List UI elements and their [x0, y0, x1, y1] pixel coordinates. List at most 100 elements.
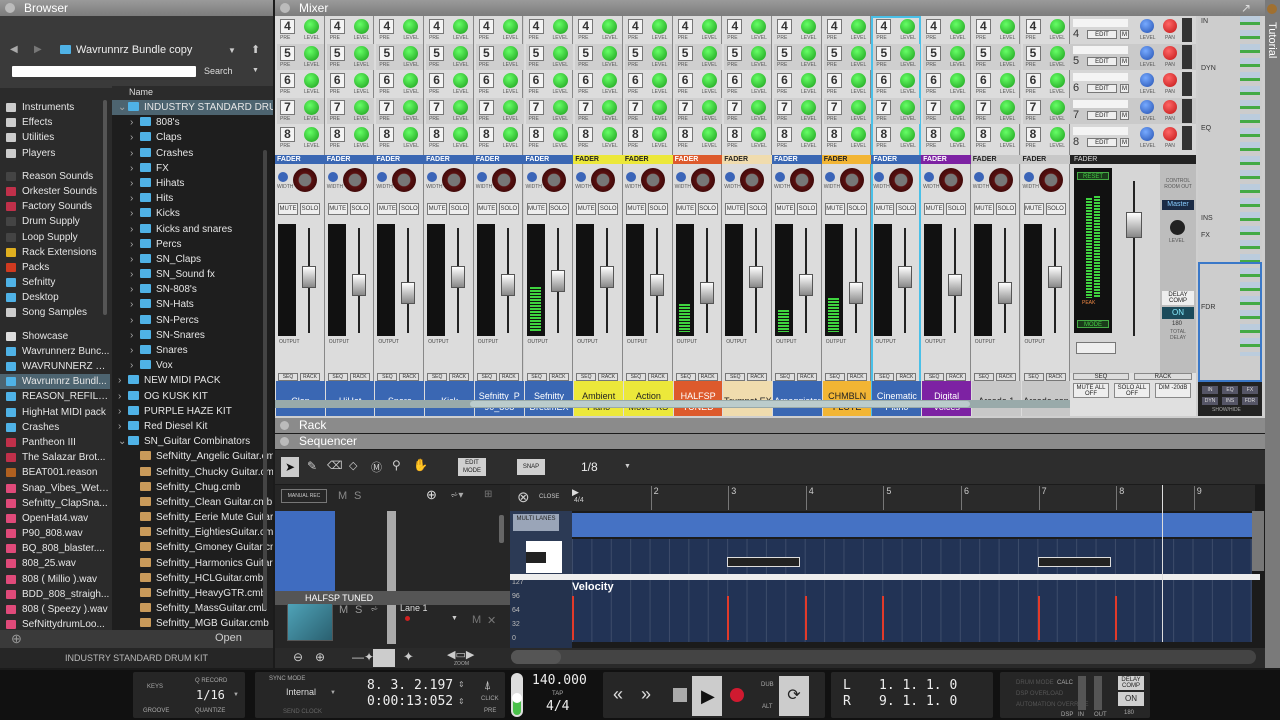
q-record-label[interactable]: Q RECORD — [195, 678, 227, 684]
send-toggle[interactable]: 7 — [280, 100, 295, 115]
send-level-knob[interactable] — [403, 19, 419, 34]
delay-comp-toggle[interactable]: ON — [1162, 307, 1194, 319]
pan-knob[interactable] — [442, 168, 467, 192]
file-list-item[interactable]: › Snares — [112, 343, 273, 358]
width-knob[interactable] — [725, 172, 736, 182]
pre-button[interactable]: PRE — [578, 89, 588, 95]
location-item[interactable]: Players — [0, 146, 110, 161]
open-button[interactable]: Open — [215, 632, 242, 644]
send-level-knob[interactable] — [801, 46, 816, 61]
fx-mute-button[interactable]: M — [1120, 84, 1129, 93]
position-stepper[interactable]: ⇕ — [458, 680, 465, 689]
waveform-medium-icon[interactable] — [373, 649, 395, 667]
section-label[interactable]: FDR — [1201, 304, 1215, 311]
pre-button[interactable]: PRE — [280, 116, 290, 122]
send-toggle[interactable]: 7 — [975, 100, 991, 115]
chevron-down-icon[interactable]: ▼ — [228, 46, 236, 55]
send-toggle[interactable]: 7 — [727, 100, 743, 115]
location-item[interactable]: Wavrunnrz Bundl... — [0, 374, 110, 390]
pre-button[interactable]: PRE — [479, 89, 489, 95]
channel-name[interactable]: Clap — [276, 381, 325, 416]
send-level-knob[interactable] — [403, 127, 419, 142]
rack-titlebar[interactable]: Rack — [275, 418, 1265, 433]
send-level-knob[interactable] — [900, 46, 916, 61]
send-level-knob[interactable] — [304, 73, 319, 88]
pre-button[interactable]: PRE — [827, 62, 837, 68]
send-level-knob[interactable] — [353, 127, 369, 142]
width-knob[interactable] — [874, 172, 885, 182]
scrollbar-thumb[interactable] — [511, 650, 561, 664]
velocity-bar[interactable] — [882, 596, 885, 640]
mute-button[interactable]: MUTE — [377, 203, 398, 215]
channel-fader[interactable] — [848, 282, 863, 304]
send-toggle[interactable]: 6 — [826, 73, 842, 88]
output-selector[interactable]: OUTPUT — [329, 339, 350, 345]
seq-button[interactable]: SEQ — [675, 373, 696, 381]
send-toggle[interactable]: 5 — [379, 46, 395, 61]
eraser-tool-icon[interactable]: ⌫ — [327, 459, 343, 472]
channel-fader[interactable] — [500, 274, 515, 296]
send-level-knob[interactable] — [801, 73, 816, 88]
location-item[interactable]: P90_808.wav — [0, 526, 110, 541]
file-list-item[interactable]: › Hits — [112, 191, 273, 206]
show-hide-toggle[interactable]: DYN — [1202, 397, 1218, 405]
channel-name[interactable]: HALFSP TUNED — [673, 381, 723, 416]
file-list-item[interactable]: › SN-Percs — [112, 313, 273, 328]
file-list-item[interactable]: › SN_Sound fx — [112, 267, 273, 282]
send-toggle[interactable]: 7 — [876, 100, 892, 115]
expand-arrow-icon[interactable]: › — [130, 206, 140, 221]
mute-button[interactable]: MUTE — [476, 203, 497, 215]
pan-knob[interactable] — [491, 168, 516, 192]
send-level-knob[interactable] — [651, 46, 667, 61]
snap-value-dropdown[interactable]: 1/8 — [581, 460, 598, 474]
width-knob[interactable] — [973, 172, 984, 182]
send-level-knob[interactable] — [403, 73, 419, 88]
solo-button[interactable]: SOLO — [349, 203, 370, 215]
send-level-knob[interactable] — [701, 127, 717, 142]
pre-button[interactable]: PRE — [678, 116, 688, 122]
pre-button[interactable]: PRE — [926, 143, 936, 149]
expand-arrow-icon[interactable]: › — [118, 404, 128, 419]
channel-fader[interactable] — [799, 274, 813, 296]
mute-button[interactable]: MUTE — [427, 203, 448, 215]
send-level-knob[interactable] — [453, 19, 469, 34]
output-selector[interactable]: OUTPUT — [279, 339, 300, 345]
location-item[interactable]: 808_25.wav — [0, 556, 110, 571]
send-level-knob[interactable] — [552, 73, 568, 88]
control-room-level-knob[interactable] — [1170, 220, 1185, 235]
pre-button[interactable]: PRE — [976, 89, 986, 95]
send-level-knob[interactable] — [751, 73, 767, 88]
send-toggle[interactable]: 6 — [777, 73, 792, 88]
send-toggle[interactable]: 6 — [975, 73, 991, 88]
send-toggle[interactable]: 8 — [627, 127, 643, 142]
send-toggle[interactable]: 7 — [1025, 100, 1041, 115]
file-list-item[interactable]: ⌄ SN_Guitar Combinators — [112, 434, 273, 449]
fx-mute-button[interactable]: M — [1120, 57, 1129, 66]
forward-icon[interactable]: ▶ — [34, 44, 42, 55]
pan-knob[interactable] — [988, 168, 1013, 192]
send-clock-button[interactable]: SEND CLOCK — [283, 709, 322, 715]
pre-button[interactable]: PRE — [479, 62, 489, 68]
channel-name[interactable]: Cinematic Piano — [872, 381, 922, 416]
output-selector[interactable]: OUTPUT — [577, 339, 598, 345]
output-selector[interactable]: OUTPUT — [627, 339, 648, 345]
pre-button[interactable]: PRE — [827, 35, 837, 41]
seq-button[interactable]: SEQ — [924, 373, 945, 381]
send-toggle[interactable]: 4 — [429, 19, 445, 34]
send-toggle[interactable]: 7 — [777, 100, 792, 115]
track-mute-button[interactable]: M — [339, 604, 348, 616]
pre-button[interactable]: PRE — [429, 116, 439, 122]
channel-fader[interactable] — [550, 270, 565, 292]
pre-button[interactable]: PRE — [1026, 143, 1036, 149]
edit-button[interactable]: EDIT — [1087, 57, 1117, 66]
expand-arrow-icon[interactable]: ⌄ — [118, 100, 128, 115]
pre-button[interactable]: PRE — [529, 116, 539, 122]
send-toggle[interactable]: 7 — [528, 100, 544, 115]
send-level-knob[interactable] — [751, 46, 767, 61]
width-knob[interactable] — [327, 172, 338, 182]
send-level-knob[interactable] — [304, 19, 319, 34]
search-button[interactable]: Search — [204, 66, 233, 76]
location-item[interactable]: OpenHat4.wav — [0, 511, 110, 526]
location-item[interactable]: Instruments — [0, 100, 110, 115]
pre-button[interactable]: PRE — [727, 116, 737, 122]
